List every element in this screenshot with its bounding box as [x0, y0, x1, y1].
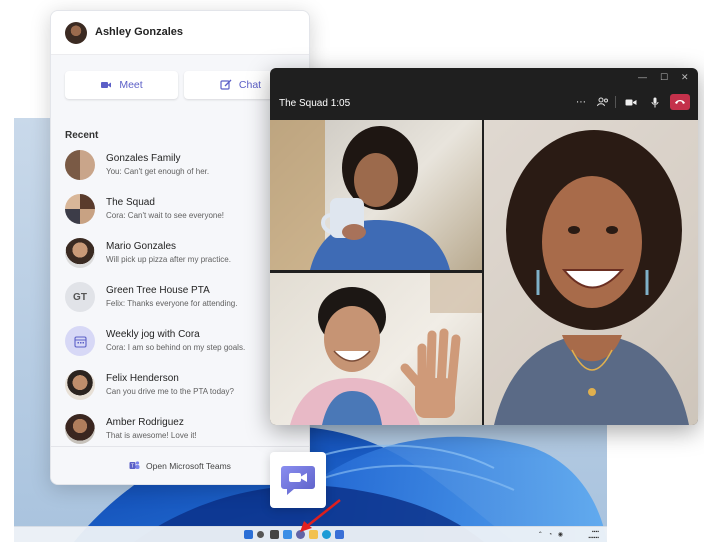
- chat-preview: Cora: Can't wait to see everyone!: [106, 211, 225, 220]
- avatar: [65, 370, 95, 400]
- chat-name: Weekly jog with Cora: [106, 329, 200, 340]
- teams-chat-app-tile[interactable]: [270, 452, 326, 508]
- call-title: The Squad 1:05: [279, 98, 351, 109]
- avatar: [65, 150, 95, 180]
- avatar: [65, 238, 95, 268]
- avatar: [65, 414, 95, 444]
- chat-preview: Can you drive me to the PTA today?: [106, 387, 234, 396]
- more-icon[interactable]: ⋯: [573, 94, 589, 110]
- avatar: [65, 194, 95, 224]
- participant-video: [290, 273, 482, 425]
- chat-name: Amber Rodriguez: [106, 417, 184, 428]
- svg-text:T: T: [131, 464, 134, 470]
- video-icon: [101, 82, 112, 88]
- chat-preview: You: Can't get enough of her.: [106, 167, 210, 176]
- video-tile-participant-1[interactable]: [270, 120, 482, 270]
- video-tile-participant-2[interactable]: [270, 273, 482, 425]
- close-icon[interactable]: ✕: [681, 72, 689, 83]
- chat-preview: Will pick up pizza after my practice.: [106, 255, 231, 264]
- meet-label: Meet: [119, 79, 143, 91]
- chat-name: The Squad: [106, 197, 155, 208]
- promo-composite: ⌃ ◔ ◉ ▪▪▪▪ ▪▪▪▪▪▪ Ashley Gonzales Meet C…: [0, 0, 704, 553]
- camera-icon[interactable]: [623, 94, 639, 110]
- participant-video: [270, 120, 450, 270]
- calendar-icon: [73, 335, 87, 348]
- flyout-header: Ashley Gonzales: [51, 11, 309, 55]
- chat-preview: Cora: I am so behind on my step goals.: [106, 343, 246, 352]
- hangup-icon: [675, 100, 685, 104]
- chat-name: Green Tree House PTA: [106, 285, 210, 296]
- teams-chat-icon: [281, 466, 315, 495]
- participant-video: [484, 120, 698, 425]
- chat-name: Mario Gonzales: [106, 241, 177, 252]
- chat-name: Gonzales Family: [106, 153, 181, 164]
- chat-preview: Felix: Thanks everyone for attending.: [106, 299, 238, 308]
- avatar[interactable]: [65, 22, 87, 44]
- chat-edit-icon: [220, 79, 232, 90]
- chat-preview: That is awesome! Love it!: [106, 431, 197, 440]
- meet-button[interactable]: Meet: [65, 71, 178, 99]
- hangup-button[interactable]: [670, 94, 690, 110]
- mic-icon[interactable]: [647, 94, 663, 110]
- participants-icon[interactable]: [595, 94, 611, 110]
- chat-name: Felix Henderson: [106, 373, 179, 384]
- open-teams-label: Open Microsoft Teams: [146, 460, 231, 471]
- avatar: [65, 326, 95, 356]
- maximize-icon[interactable]: ☐: [660, 72, 668, 83]
- video-tile-participant-3[interactable]: [484, 120, 698, 425]
- recent-heading: Recent: [65, 130, 99, 141]
- minimize-icon[interactable]: —: [638, 72, 647, 82]
- avatar: GT: [65, 282, 95, 312]
- chat-label: Chat: [238, 79, 262, 91]
- teams-icon: T: [129, 461, 140, 470]
- toolbar-divider: [615, 96, 616, 108]
- user-name: Ashley Gonzales: [95, 26, 184, 38]
- call-window: — ☐ ✕ The Squad 1:05 ⋯: [270, 68, 698, 425]
